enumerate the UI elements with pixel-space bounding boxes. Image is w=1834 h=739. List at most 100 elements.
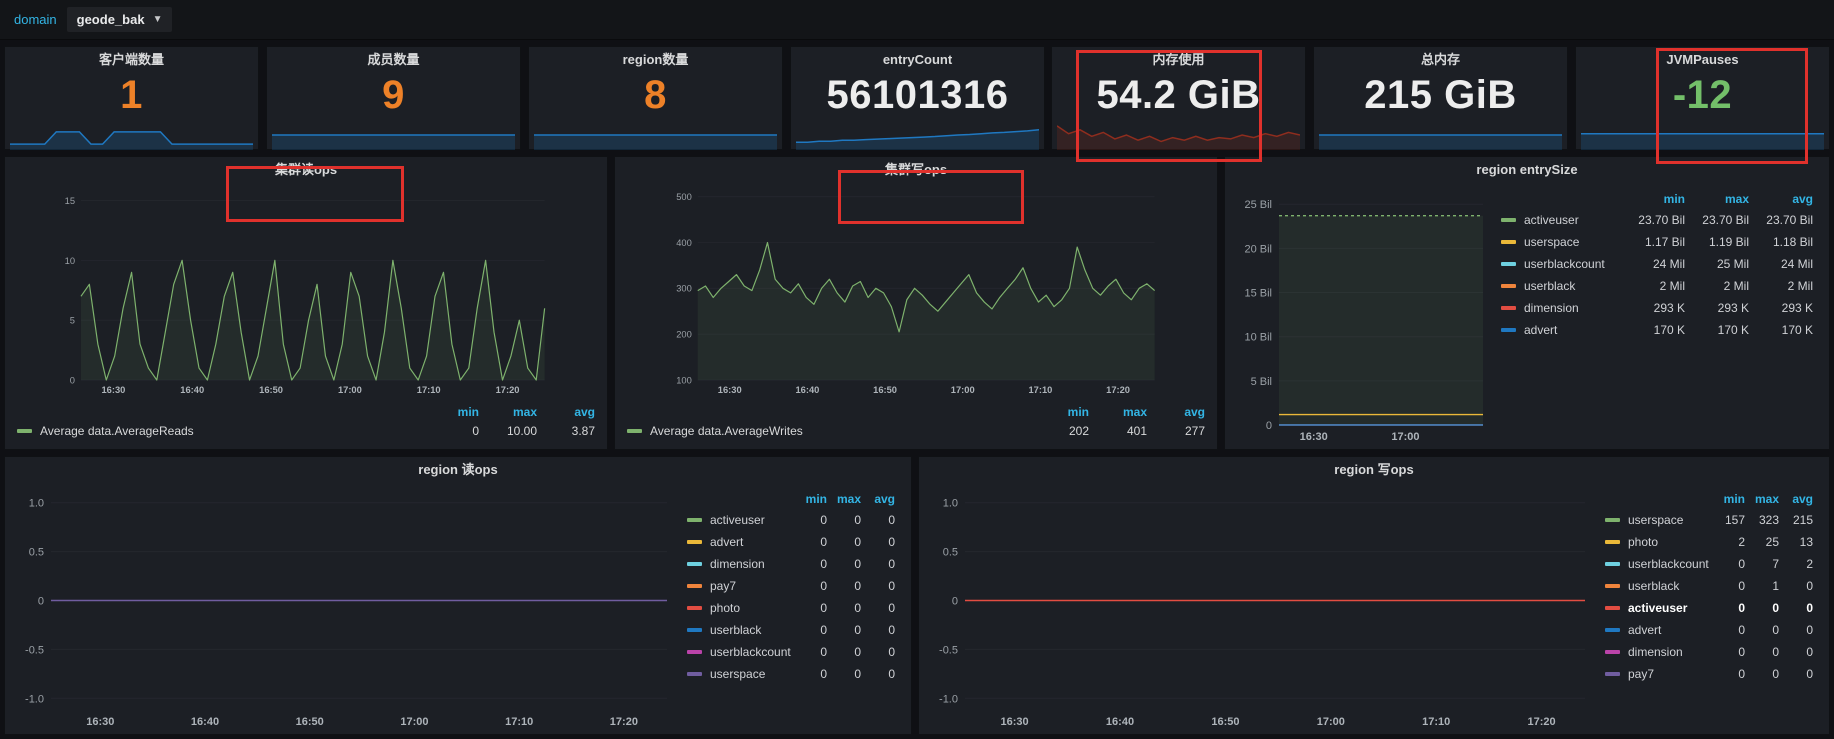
chart-area: 05 Bil10 Bil15 Bil20 Bil25 Bil16:3017:00… xyxy=(1225,183,1829,449)
legend-series-name[interactable]: userblack xyxy=(1501,279,1621,293)
stat-value: 1 xyxy=(5,73,258,118)
legend-series-name[interactable]: activeuser xyxy=(1501,213,1621,227)
legend-row[interactable]: activeuser23.70 Bil23.70 Bil23.70 Bil xyxy=(1501,209,1813,231)
stat-panel-title[interactable]: entryCount xyxy=(791,47,1044,73)
panel-region-entry-size: region entrySize 05 Bil10 Bil15 Bil20 Bi… xyxy=(1224,156,1830,450)
legend-series-name[interactable]: userspace xyxy=(1605,513,1711,527)
legend-series-name[interactable]: Average data.AverageReads xyxy=(17,424,421,438)
legend-series-name[interactable]: userspace xyxy=(1501,235,1621,249)
legend-row[interactable]: activeuser000 xyxy=(687,509,895,531)
legend-header-min[interactable]: min xyxy=(793,492,827,506)
legend-series-name[interactable]: userspace xyxy=(687,667,793,681)
legend-series-name[interactable]: pay7 xyxy=(687,579,793,593)
legend-series-name[interactable]: dimension xyxy=(687,557,793,571)
legend-header-avg[interactable]: avg xyxy=(1749,192,1813,206)
legend-value-min: 0 xyxy=(793,623,827,637)
legend-header-avg[interactable]: avg xyxy=(537,405,595,419)
legend-series-name[interactable]: userblackcount xyxy=(1605,557,1711,571)
stat-panel-title[interactable]: JVMPauses xyxy=(1576,47,1829,73)
legend-row[interactable]: activeuser000 xyxy=(1605,597,1813,619)
legend-row[interactable]: userblackcount000 xyxy=(687,641,895,663)
stat-sparkline xyxy=(1319,118,1562,150)
stat-panel-title[interactable]: 内存使用 xyxy=(1052,47,1305,73)
legend-series-name[interactable]: activeuser xyxy=(687,513,793,527)
svg-text:-1.0: -1.0 xyxy=(25,693,44,705)
legend-series-name[interactable]: advert xyxy=(1501,323,1621,337)
legend-series-name[interactable]: dimension xyxy=(1605,645,1711,659)
legend-series-name[interactable]: pay7 xyxy=(1605,667,1711,681)
legend-value-avg: 0 xyxy=(861,623,895,637)
region-entry-size-legend: minmaxavg activeuser23.70 Bil23.70 Bil23.… xyxy=(1493,183,1823,445)
legend-row[interactable]: advert000 xyxy=(687,531,895,553)
legend-row[interactable]: dimension000 xyxy=(1605,641,1813,663)
legend-row[interactable]: dimension000 xyxy=(687,553,895,575)
legend-header-max[interactable]: max xyxy=(1685,192,1749,206)
legend-series-label: dimension xyxy=(710,557,765,571)
legend-header-min[interactable]: min xyxy=(1621,192,1685,206)
legend-header-avg[interactable]: avg xyxy=(1147,405,1205,419)
legend-header-max[interactable]: max xyxy=(827,492,861,506)
legend-value-avg: 0 xyxy=(861,667,895,681)
legend-series-name[interactable]: userblack xyxy=(687,623,793,637)
stat-panel-title[interactable]: region数量 xyxy=(529,47,782,73)
panel-title-region-read-ops[interactable]: region 读ops xyxy=(5,457,911,483)
legend-row[interactable]: userblackcount24 Mil25 Mil24 Mil xyxy=(1501,253,1813,275)
legend-header-max[interactable]: max xyxy=(1745,492,1779,506)
legend-row[interactable]: advert170 K170 K170 K xyxy=(1501,319,1813,341)
legend-header-min[interactable]: min xyxy=(1711,492,1745,506)
legend-row[interactable]: pay7000 xyxy=(1605,663,1813,685)
legend-series-name[interactable]: Average data.AverageWrites xyxy=(627,424,1031,438)
legend-row[interactable]: advert000 xyxy=(1605,619,1813,641)
panel-title-cluster-write-ops[interactable]: 集群写ops xyxy=(615,157,1217,183)
legend-row[interactable]: pay7000 xyxy=(687,575,895,597)
legend-row[interactable]: userblack010 xyxy=(1605,575,1813,597)
legend-row[interactable]: userblack2 Mil2 Mil2 Mil xyxy=(1501,275,1813,297)
legend-header-max[interactable]: max xyxy=(1089,405,1147,419)
panel-title-cluster-read-ops[interactable]: 集群读ops xyxy=(5,157,607,183)
legend-header-min[interactable]: min xyxy=(421,405,479,419)
stat-panel-title[interactable]: 总内存 xyxy=(1314,47,1567,73)
legend-row[interactable]: dimension293 K293 K293 K xyxy=(1501,297,1813,319)
legend-series-label: activeuser xyxy=(1524,213,1579,227)
legend-value-min: 1.17 Bil xyxy=(1621,235,1685,249)
legend-row[interactable]: userblack000 xyxy=(687,619,895,641)
domain-variable-dropdown[interactable]: geode_bak ▼ xyxy=(67,7,173,32)
stat-panel-title[interactable]: 客户端数量 xyxy=(5,47,258,73)
legend-series-name[interactable]: dimension xyxy=(1501,301,1621,315)
legend-series-name[interactable]: photo xyxy=(687,601,793,615)
legend-row[interactable]: photo22513 xyxy=(1605,531,1813,553)
panel-title-region-entry-size[interactable]: region entrySize xyxy=(1225,157,1829,183)
legend-swatch xyxy=(1605,584,1620,588)
legend-row[interactable]: userspace157323215 xyxy=(1605,509,1813,531)
svg-text:400: 400 xyxy=(676,238,692,248)
legend-value-max: 1.19 Bil xyxy=(1685,235,1749,249)
legend-series-name[interactable]: userblackcount xyxy=(1501,257,1621,271)
legend-series-name[interactable]: advert xyxy=(687,535,793,549)
legend-series-label: userblackcount xyxy=(1524,257,1605,271)
legend-series-name[interactable]: userblackcount xyxy=(687,645,793,659)
legend-row[interactable]: userspace1.17 Bil1.19 Bil1.18 Bil xyxy=(1501,231,1813,253)
legend-row[interactable]: Average data.AverageReads010.003.87 xyxy=(17,421,595,441)
legend-series-name[interactable]: photo xyxy=(1605,535,1711,549)
svg-text:17:00: 17:00 xyxy=(1391,431,1419,443)
legend-series-name[interactable]: activeuser xyxy=(1605,601,1711,615)
top-navbar: domain geode_bak ▼ xyxy=(0,0,1834,40)
legend-value-max: 0 xyxy=(827,535,861,549)
legend-row[interactable]: userspace000 xyxy=(687,663,895,685)
legend-header-min[interactable]: min xyxy=(1031,405,1089,419)
panel-title-region-write-ops[interactable]: region 写ops xyxy=(919,457,1829,483)
legend-series-name[interactable]: advert xyxy=(1605,623,1711,637)
legend-row[interactable]: userblackcount072 xyxy=(1605,553,1813,575)
legend-swatch xyxy=(687,562,702,566)
legend-series-label: photo xyxy=(1628,535,1658,549)
svg-text:300: 300 xyxy=(676,284,692,294)
legend-header-avg[interactable]: avg xyxy=(1779,492,1813,506)
legend-header-avg[interactable]: avg xyxy=(861,492,895,506)
legend-header-max[interactable]: max xyxy=(479,405,537,419)
legend-row[interactable]: photo000 xyxy=(687,597,895,619)
legend-series-name[interactable]: userblack xyxy=(1605,579,1711,593)
svg-text:0.5: 0.5 xyxy=(943,547,958,559)
legend-row[interactable]: Average data.AverageWrites202401277 xyxy=(627,421,1205,441)
legend-value-max: 0 xyxy=(827,513,861,527)
stat-panel-title[interactable]: 成员数量 xyxy=(267,47,520,73)
